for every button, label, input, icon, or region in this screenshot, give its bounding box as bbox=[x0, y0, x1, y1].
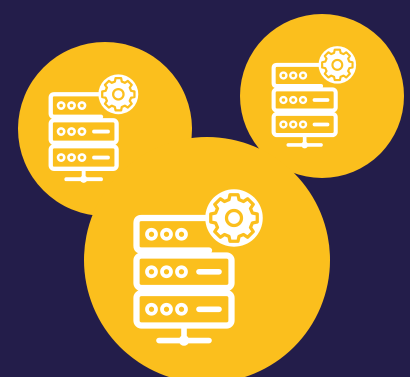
server-settings-icon bbox=[272, 42, 370, 140]
illustration-canvas bbox=[0, 0, 410, 377]
server-circle-center bbox=[84, 137, 330, 377]
server-settings-icon bbox=[134, 183, 284, 333]
